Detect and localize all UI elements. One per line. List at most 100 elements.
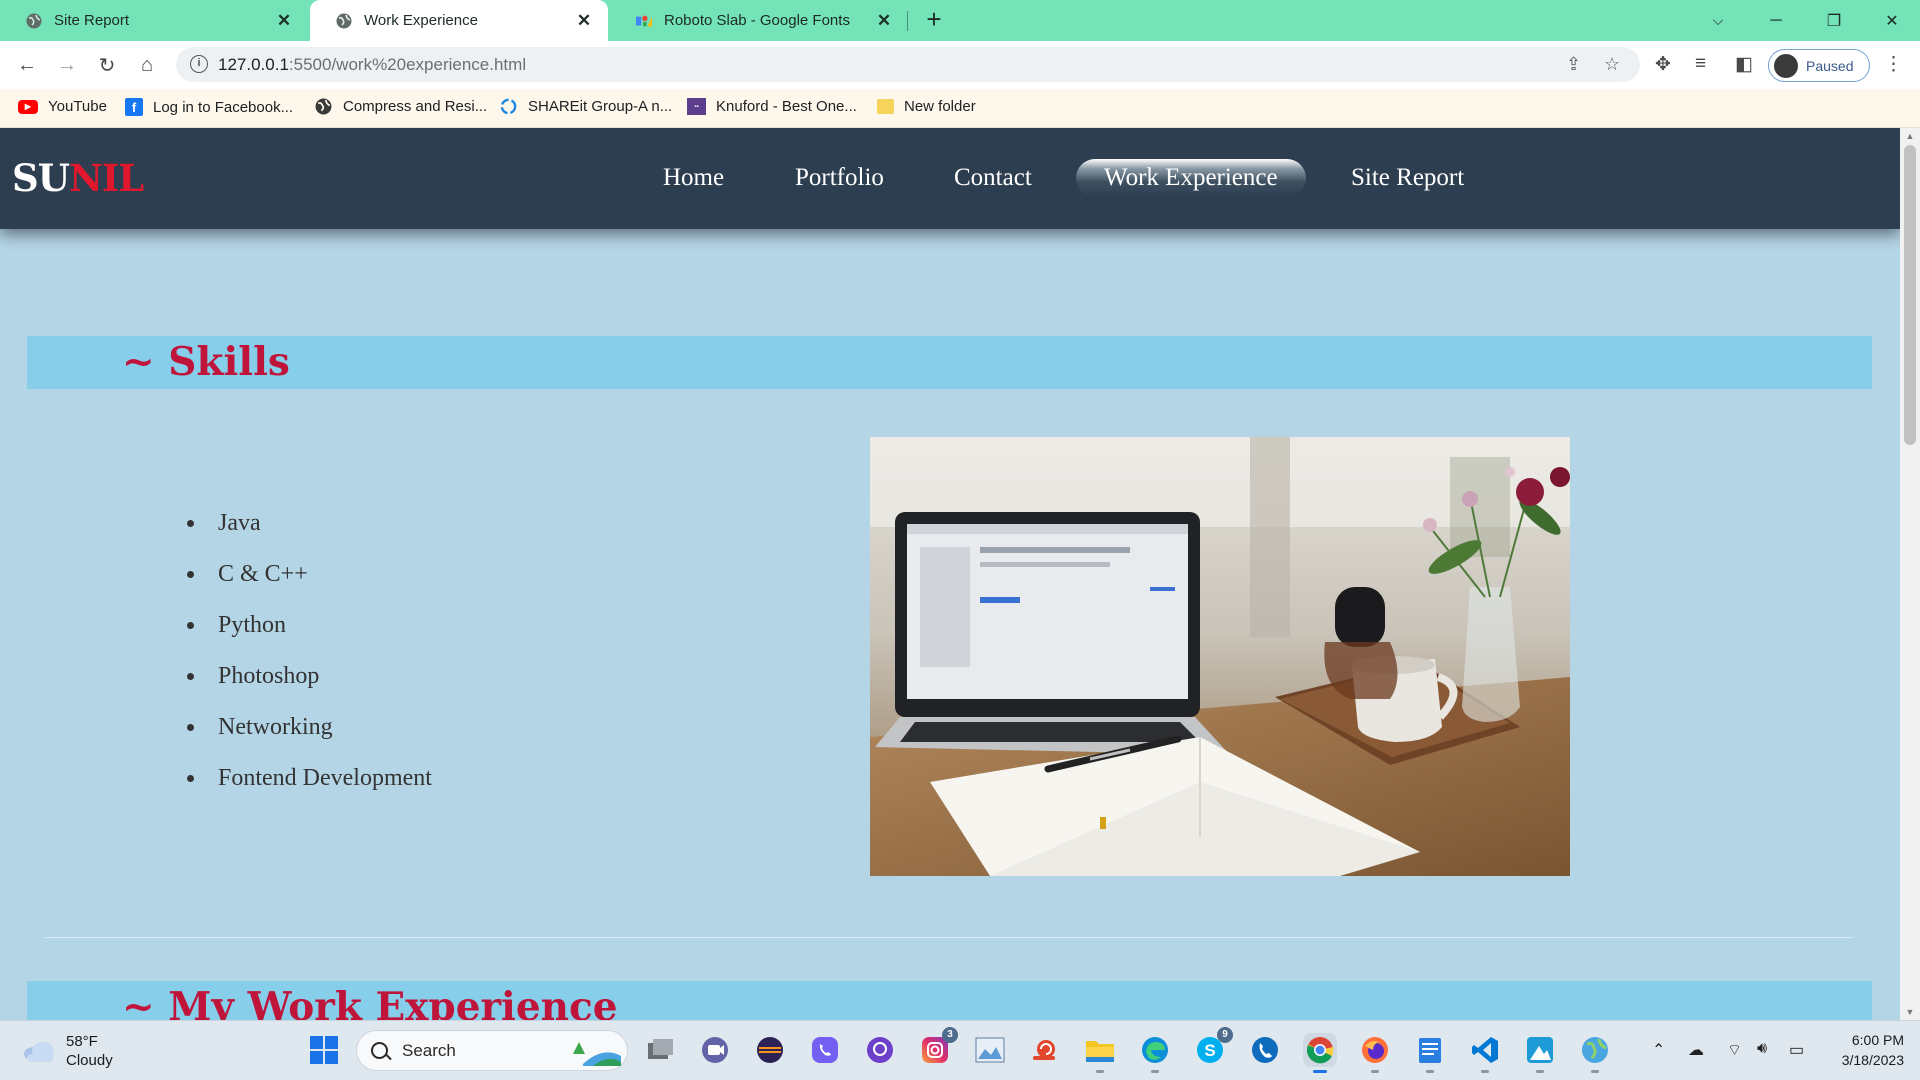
chrome-browser-icon[interactable] bbox=[1303, 1033, 1337, 1073]
site-logo[interactable]: SUNIL bbox=[12, 156, 144, 200]
scrollbar-thumb[interactable] bbox=[1904, 145, 1916, 445]
share-icon[interactable]: ⇪ bbox=[1566, 54, 1581, 75]
tab-title: Roboto Slab - Google Fonts bbox=[664, 12, 850, 29]
tab-separator bbox=[907, 11, 908, 31]
svg-text:S: S bbox=[1204, 1041, 1215, 1060]
site-info-icon[interactable]: i bbox=[190, 55, 208, 73]
browser-tab-strip: Site Report ✕ Work Experience ✕ Roboto S… bbox=[0, 0, 1920, 41]
file-explorer-icon[interactable] bbox=[1083, 1033, 1117, 1073]
nav-portfolio[interactable]: Portfolio bbox=[767, 159, 912, 197]
firefox-icon[interactable] bbox=[1358, 1033, 1392, 1073]
tab-roboto-slab[interactable]: Roboto Slab - Google Fonts ✕ bbox=[610, 0, 908, 41]
work-experience-heading: ~ My Work Experience bbox=[122, 984, 618, 1020]
skype-icon[interactable]: S9 bbox=[1193, 1027, 1233, 1067]
nav-work-experience[interactable]: Work Experience bbox=[1076, 159, 1306, 197]
close-icon[interactable]: ✕ bbox=[274, 11, 294, 31]
phone-link-icon[interactable] bbox=[1248, 1033, 1282, 1067]
teams-chat-icon[interactable] bbox=[698, 1033, 732, 1067]
restore-icon[interactable]: ❐ bbox=[1806, 0, 1862, 41]
github-icon[interactable] bbox=[863, 1033, 897, 1067]
tab-work-experience[interactable]: Work Experience ✕ bbox=[310, 0, 608, 41]
notepad-icon[interactable] bbox=[1413, 1033, 1447, 1073]
system-clock[interactable]: 6:00 PM 3/18/2023 bbox=[1822, 1030, 1904, 1070]
page-scrollbar[interactable]: ▲ ▼ bbox=[1900, 128, 1920, 1020]
volume-icon[interactable]: 🔊︎ bbox=[1757, 1040, 1767, 1058]
clock-time: 6:00 PM bbox=[1851, 1032, 1904, 1048]
avatar bbox=[1774, 53, 1798, 78]
vscode-icon[interactable] bbox=[1468, 1033, 1502, 1073]
knuford-icon: ▪▪ bbox=[687, 98, 706, 115]
bookmark-shareit[interactable]: SHAREit Group-A n... bbox=[499, 98, 672, 115]
back-icon[interactable]: ← bbox=[11, 49, 43, 81]
profile-button[interactable]: Paused bbox=[1768, 49, 1870, 82]
site-navbar: SUNIL Home Portfolio Contact Work Experi… bbox=[0, 128, 1900, 229]
globe-icon bbox=[336, 13, 352, 29]
extensions-icon[interactable]: ✥ bbox=[1655, 53, 1671, 76]
page-viewport: SUNIL Home Portfolio Contact Work Experi… bbox=[0, 128, 1900, 1020]
viber-icon[interactable] bbox=[808, 1033, 842, 1067]
windows-start-icon[interactable] bbox=[307, 1033, 341, 1067]
weather-widget[interactable]: 58°F Cloudy bbox=[22, 1032, 113, 1070]
tab-title: Site Report bbox=[54, 12, 130, 29]
address-url[interactable]: 127.0.0.1:5500/work%20experience.html bbox=[218, 55, 526, 75]
photos-app-icon[interactable] bbox=[973, 1033, 1007, 1067]
eclipse-icon[interactable] bbox=[753, 1033, 787, 1067]
search-icon bbox=[371, 1042, 388, 1059]
list-item: Python bbox=[187, 611, 432, 662]
profile-status: Paused bbox=[1806, 57, 1854, 74]
facebook-icon: f bbox=[125, 98, 143, 116]
tab-site-report[interactable]: Site Report ✕ bbox=[0, 0, 308, 41]
menu-kebab-icon[interactable]: ⋮ bbox=[1884, 53, 1903, 76]
window-close-icon[interactable]: ✕ bbox=[1864, 0, 1920, 41]
close-icon[interactable]: ✕ bbox=[574, 11, 594, 31]
bookmark-knuford[interactable]: ▪▪ Knuford - Best One... bbox=[687, 98, 857, 115]
list-item: Java bbox=[187, 509, 432, 560]
taskbar-search[interactable]: Search bbox=[356, 1030, 628, 1071]
skills-heading: ~ Skills bbox=[122, 339, 290, 385]
new-tab-button[interactable]: + bbox=[920, 6, 948, 34]
task-view-icon[interactable] bbox=[644, 1033, 678, 1067]
bookmark-new-folder[interactable]: New folder bbox=[877, 98, 976, 115]
notification-badge: 3 bbox=[942, 1027, 958, 1043]
forward-icon[interactable]: → bbox=[51, 49, 83, 81]
image-editor-icon[interactable] bbox=[1523, 1033, 1557, 1073]
list-item: Photoshop bbox=[187, 662, 432, 713]
google-fonts-icon bbox=[636, 13, 652, 29]
skills-header-band: ~ Skills bbox=[27, 336, 1872, 389]
bookmarks-bar: ▶ YouTube f Log in to Facebook... Compre… bbox=[0, 89, 1920, 128]
snail-app-icon[interactable] bbox=[1028, 1033, 1062, 1067]
nav-contact[interactable]: Contact bbox=[926, 159, 1060, 197]
scroll-up-icon[interactable]: ▲ bbox=[1900, 128, 1920, 144]
browser-toolbar: ← → ↻ ⌂ i 127.0.0.1:5500/work%20experien… bbox=[0, 41, 1920, 89]
tab-search-icon[interactable]: ⌵ bbox=[1690, 0, 1746, 41]
nav-site-report[interactable]: Site Report bbox=[1323, 159, 1492, 197]
web-globe-app-icon[interactable] bbox=[1578, 1033, 1612, 1073]
side-panel-icon[interactable]: ◧ bbox=[1735, 53, 1753, 76]
bookmark-star-icon[interactable]: ☆ bbox=[1604, 54, 1620, 75]
edge-browser-icon[interactable] bbox=[1138, 1033, 1172, 1073]
battery-icon[interactable]: ▭ bbox=[1789, 1040, 1804, 1060]
home-icon[interactable]: ⌂ bbox=[131, 49, 163, 81]
bookmark-facebook[interactable]: f Log in to Facebook... bbox=[125, 98, 293, 116]
scroll-down-icon[interactable]: ▼ bbox=[1900, 1004, 1920, 1020]
address-bar[interactable]: i 127.0.0.1:5500/work%20experience.html … bbox=[176, 47, 1640, 82]
shareit-icon bbox=[499, 98, 518, 115]
tab-title: Work Experience bbox=[364, 12, 478, 29]
wifi-icon[interactable]: ⌔ bbox=[1727, 1040, 1742, 1060]
minimize-icon[interactable]: ─ bbox=[1748, 0, 1804, 41]
folder-icon bbox=[877, 99, 894, 114]
list-item: Fontend Development bbox=[187, 764, 432, 815]
workspace-photo bbox=[870, 437, 1570, 876]
bookmark-youtube[interactable]: ▶ YouTube bbox=[18, 98, 107, 115]
search-highlight-icon bbox=[573, 1041, 621, 1066]
media-control-icon[interactable]: ≡ bbox=[1695, 53, 1706, 75]
close-icon[interactable]: ✕ bbox=[874, 11, 894, 31]
instagram-icon[interactable]: 3 bbox=[918, 1027, 958, 1067]
weather-temp: 58°F bbox=[66, 1033, 98, 1050]
bookmark-compress[interactable]: Compress and Resi... bbox=[314, 98, 487, 115]
chevron-up-icon[interactable]: ⌃ bbox=[1652, 1040, 1665, 1060]
reload-icon[interactable]: ↻ bbox=[91, 49, 123, 81]
nav-home[interactable]: Home bbox=[635, 159, 752, 197]
onedrive-icon[interactable]: ☁ bbox=[1688, 1040, 1704, 1060]
youtube-icon: ▶ bbox=[18, 99, 38, 114]
